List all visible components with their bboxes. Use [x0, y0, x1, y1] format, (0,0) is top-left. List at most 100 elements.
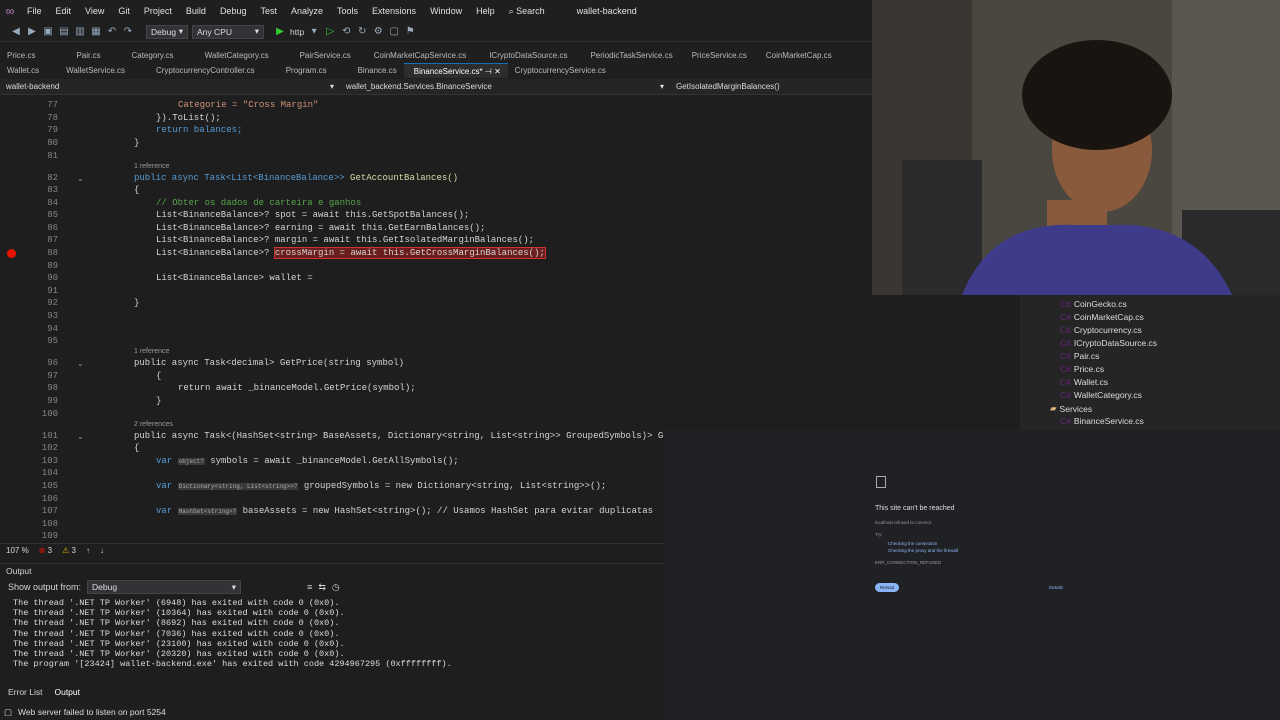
project-dropdown[interactable]: wallet-backend ▾ [0, 80, 340, 94]
codelens-references[interactable]: 1 reference [134, 348, 169, 355]
solution-item[interactable]: C# WalletCategory.cs [1060, 390, 1142, 400]
tab-priceservice[interactable]: PriceService.cs [680, 48, 754, 63]
fold-icon[interactable]: ⌄ [77, 359, 84, 368]
configuration-dropdown[interactable]: Debug ▾ [146, 24, 188, 39]
solution-item[interactable]: C# Pair.cs [1060, 351, 1099, 361]
save-icon[interactable]: ▥ [74, 26, 86, 37]
output-title: Output [6, 566, 32, 576]
solution-item[interactable]: C# ICryptoDataSource.cs [1060, 338, 1157, 348]
tab-cryptocurrencycontroller[interactable]: CryptocurrencyController.cs [132, 63, 262, 78]
bookmark-icon[interactable]: ⚑ [404, 26, 416, 37]
solution-item[interactable]: C# BinanceService.cs [1060, 416, 1144, 426]
pin-icon[interactable]: ⊣ [485, 67, 492, 76]
tab-price[interactable]: Price.cs [0, 48, 42, 63]
tab-icryptodatasource[interactable]: ICryptoDataSource.cs [473, 48, 574, 63]
codelens-references[interactable]: 2 references [134, 421, 173, 428]
fold-icon[interactable]: ⌄ [77, 174, 84, 183]
tab-program[interactable]: Program.cs [262, 63, 334, 78]
reload-button[interactable]: Reload [875, 583, 899, 592]
close-icon[interactable]: ✕ [494, 67, 501, 76]
run-icon[interactable]: ▶ [274, 26, 286, 37]
menu-edit[interactable]: Edit [49, 6, 79, 16]
tab-category[interactable]: Category.cs [107, 48, 180, 63]
platform-dropdown[interactable]: Any CPU ▾ [192, 24, 264, 39]
tab-error-list[interactable]: Error List [8, 687, 42, 697]
chevron-down-icon[interactable]: ▾ [308, 26, 320, 37]
run-target-button[interactable]: http [290, 27, 304, 37]
clock-icon[interactable]: ◷ [332, 582, 340, 593]
line-number: 90 [47, 273, 58, 283]
fold-icon[interactable]: ⌄ [77, 432, 84, 441]
search-box[interactable]: ⌕ Search [502, 6, 552, 17]
details-button[interactable]: Details [1046, 583, 1066, 592]
tab-wallet[interactable]: Wallet.cs [0, 63, 46, 78]
back-icon[interactable]: ◀ [10, 26, 22, 37]
line-number: 107 [41, 506, 58, 516]
tab-periodictaskservice[interactable]: PeriodicTaskService.cs [574, 48, 679, 63]
save-all-icon[interactable]: ▦ [90, 26, 102, 37]
line-number: 92 [47, 298, 58, 308]
tab-coinmarketcapservice[interactable]: CoinMarketCapService.cs [358, 48, 473, 63]
menu-build[interactable]: Build [179, 6, 213, 16]
empty-region [872, 295, 1020, 430]
tab-walletservice[interactable]: WalletService.cs [46, 63, 132, 78]
clear-all-icon[interactable]: ≡ [307, 582, 312, 592]
suggestion-link[interactable]: Checking the connection [888, 541, 937, 546]
zoom-level[interactable]: 107 % [6, 546, 29, 555]
codelens-references[interactable]: 1 reference [134, 163, 169, 170]
suggestion-link[interactable]: Checking the proxy and the firewall [888, 548, 958, 553]
arrow-down-icon[interactable]: ↓ [100, 546, 104, 555]
word-wrap-icon[interactable]: ⇆ [318, 582, 326, 593]
solution-item[interactable]: C# CoinGecko.cs [1060, 299, 1127, 309]
hot-reload-icon[interactable]: ⟲ [340, 26, 352, 37]
class-dropdown[interactable]: wallet_backend.Services.BinanceService ▾ [340, 80, 670, 94]
menu-tools[interactable]: Tools [330, 6, 365, 16]
code-line: // Obter os dados de carteira e ganhos [156, 198, 362, 208]
menu-test[interactable]: Test [253, 6, 284, 16]
arrow-up-icon[interactable]: ↑ [86, 546, 90, 555]
solution-item[interactable]: C# CoinMarketCap.cs [1060, 312, 1144, 322]
output-text[interactable]: The thread '.NET TP Worker' (6948) has e… [0, 596, 664, 671]
document-tabs-row-1: Price.cs Pair.cs Category.cs WalletCateg… [0, 48, 872, 63]
tab-pair[interactable]: Pair.cs [42, 48, 107, 63]
menu-project[interactable]: Project [137, 6, 179, 16]
open-folder-icon[interactable]: ▤ [58, 26, 70, 37]
menu-debug[interactable]: Debug [213, 6, 254, 16]
solution-item[interactable]: C# Cryptocurrency.cs [1060, 325, 1142, 335]
error-title: This site can't be reached [875, 505, 955, 512]
menu-help[interactable]: Help [469, 6, 502, 16]
new-file-icon[interactable]: ▣ [42, 26, 54, 37]
member-dropdown[interactable]: GetIsolatedMarginBalances() [670, 80, 870, 94]
menu-view[interactable]: View [78, 6, 111, 16]
menu-window[interactable]: Window [423, 6, 469, 16]
undo-icon[interactable]: ↶ [106, 26, 118, 37]
menu-file[interactable]: File [20, 6, 49, 16]
tab-output[interactable]: Output [54, 687, 80, 697]
tab-binanceservice[interactable]: BinanceService.cs* ⊣ ✕ [403, 63, 508, 78]
refresh-icon[interactable]: ↻ [356, 26, 368, 37]
inline-type-hint: Dictionary<string, List<string>>? [177, 483, 299, 490]
line-number: 106 [41, 494, 58, 504]
start-without-debugging-icon[interactable]: ▷ [324, 26, 336, 37]
menu-analyze[interactable]: Analyze [284, 6, 330, 16]
tab-walletcategory[interactable]: WalletCategory.cs [181, 48, 276, 63]
solution-folder[interactable]: ▰ Services [1050, 403, 1092, 414]
solution-item[interactable]: C# Price.cs [1060, 364, 1104, 374]
menu-git[interactable]: Git [111, 6, 137, 16]
error-count[interactable]: ⊗ 3 [39, 546, 52, 555]
forward-icon[interactable]: ▶ [26, 26, 38, 37]
tab-cryptocurrencyservice[interactable]: CryptocurrencyService.cs [508, 63, 613, 78]
redo-icon[interactable]: ↷ [122, 26, 134, 37]
code-line: List<BinanceBalance>? spot = await this.… [156, 210, 470, 220]
tools-icon[interactable]: ⚙ [372, 26, 384, 37]
solution-item[interactable]: C# Wallet.cs [1060, 377, 1108, 387]
code-editor[interactable]: 77 78 79 80 81 82 83 84 85 86 87 88 89 9… [0, 95, 664, 543]
breakpoint-icon[interactable] [7, 249, 16, 258]
output-source-dropdown[interactable]: Debug ▾ [87, 580, 242, 594]
tab-binance[interactable]: Binance.cs [334, 63, 404, 78]
tab-coinmarketcap[interactable]: CoinMarketCap.cs [754, 48, 839, 63]
warning-count[interactable]: ⚠ 3 [62, 546, 76, 555]
menu-extensions[interactable]: Extensions [365, 6, 423, 16]
tab-pairservice[interactable]: PairService.cs [276, 48, 358, 63]
camera-icon[interactable]: ▢ [388, 26, 400, 37]
